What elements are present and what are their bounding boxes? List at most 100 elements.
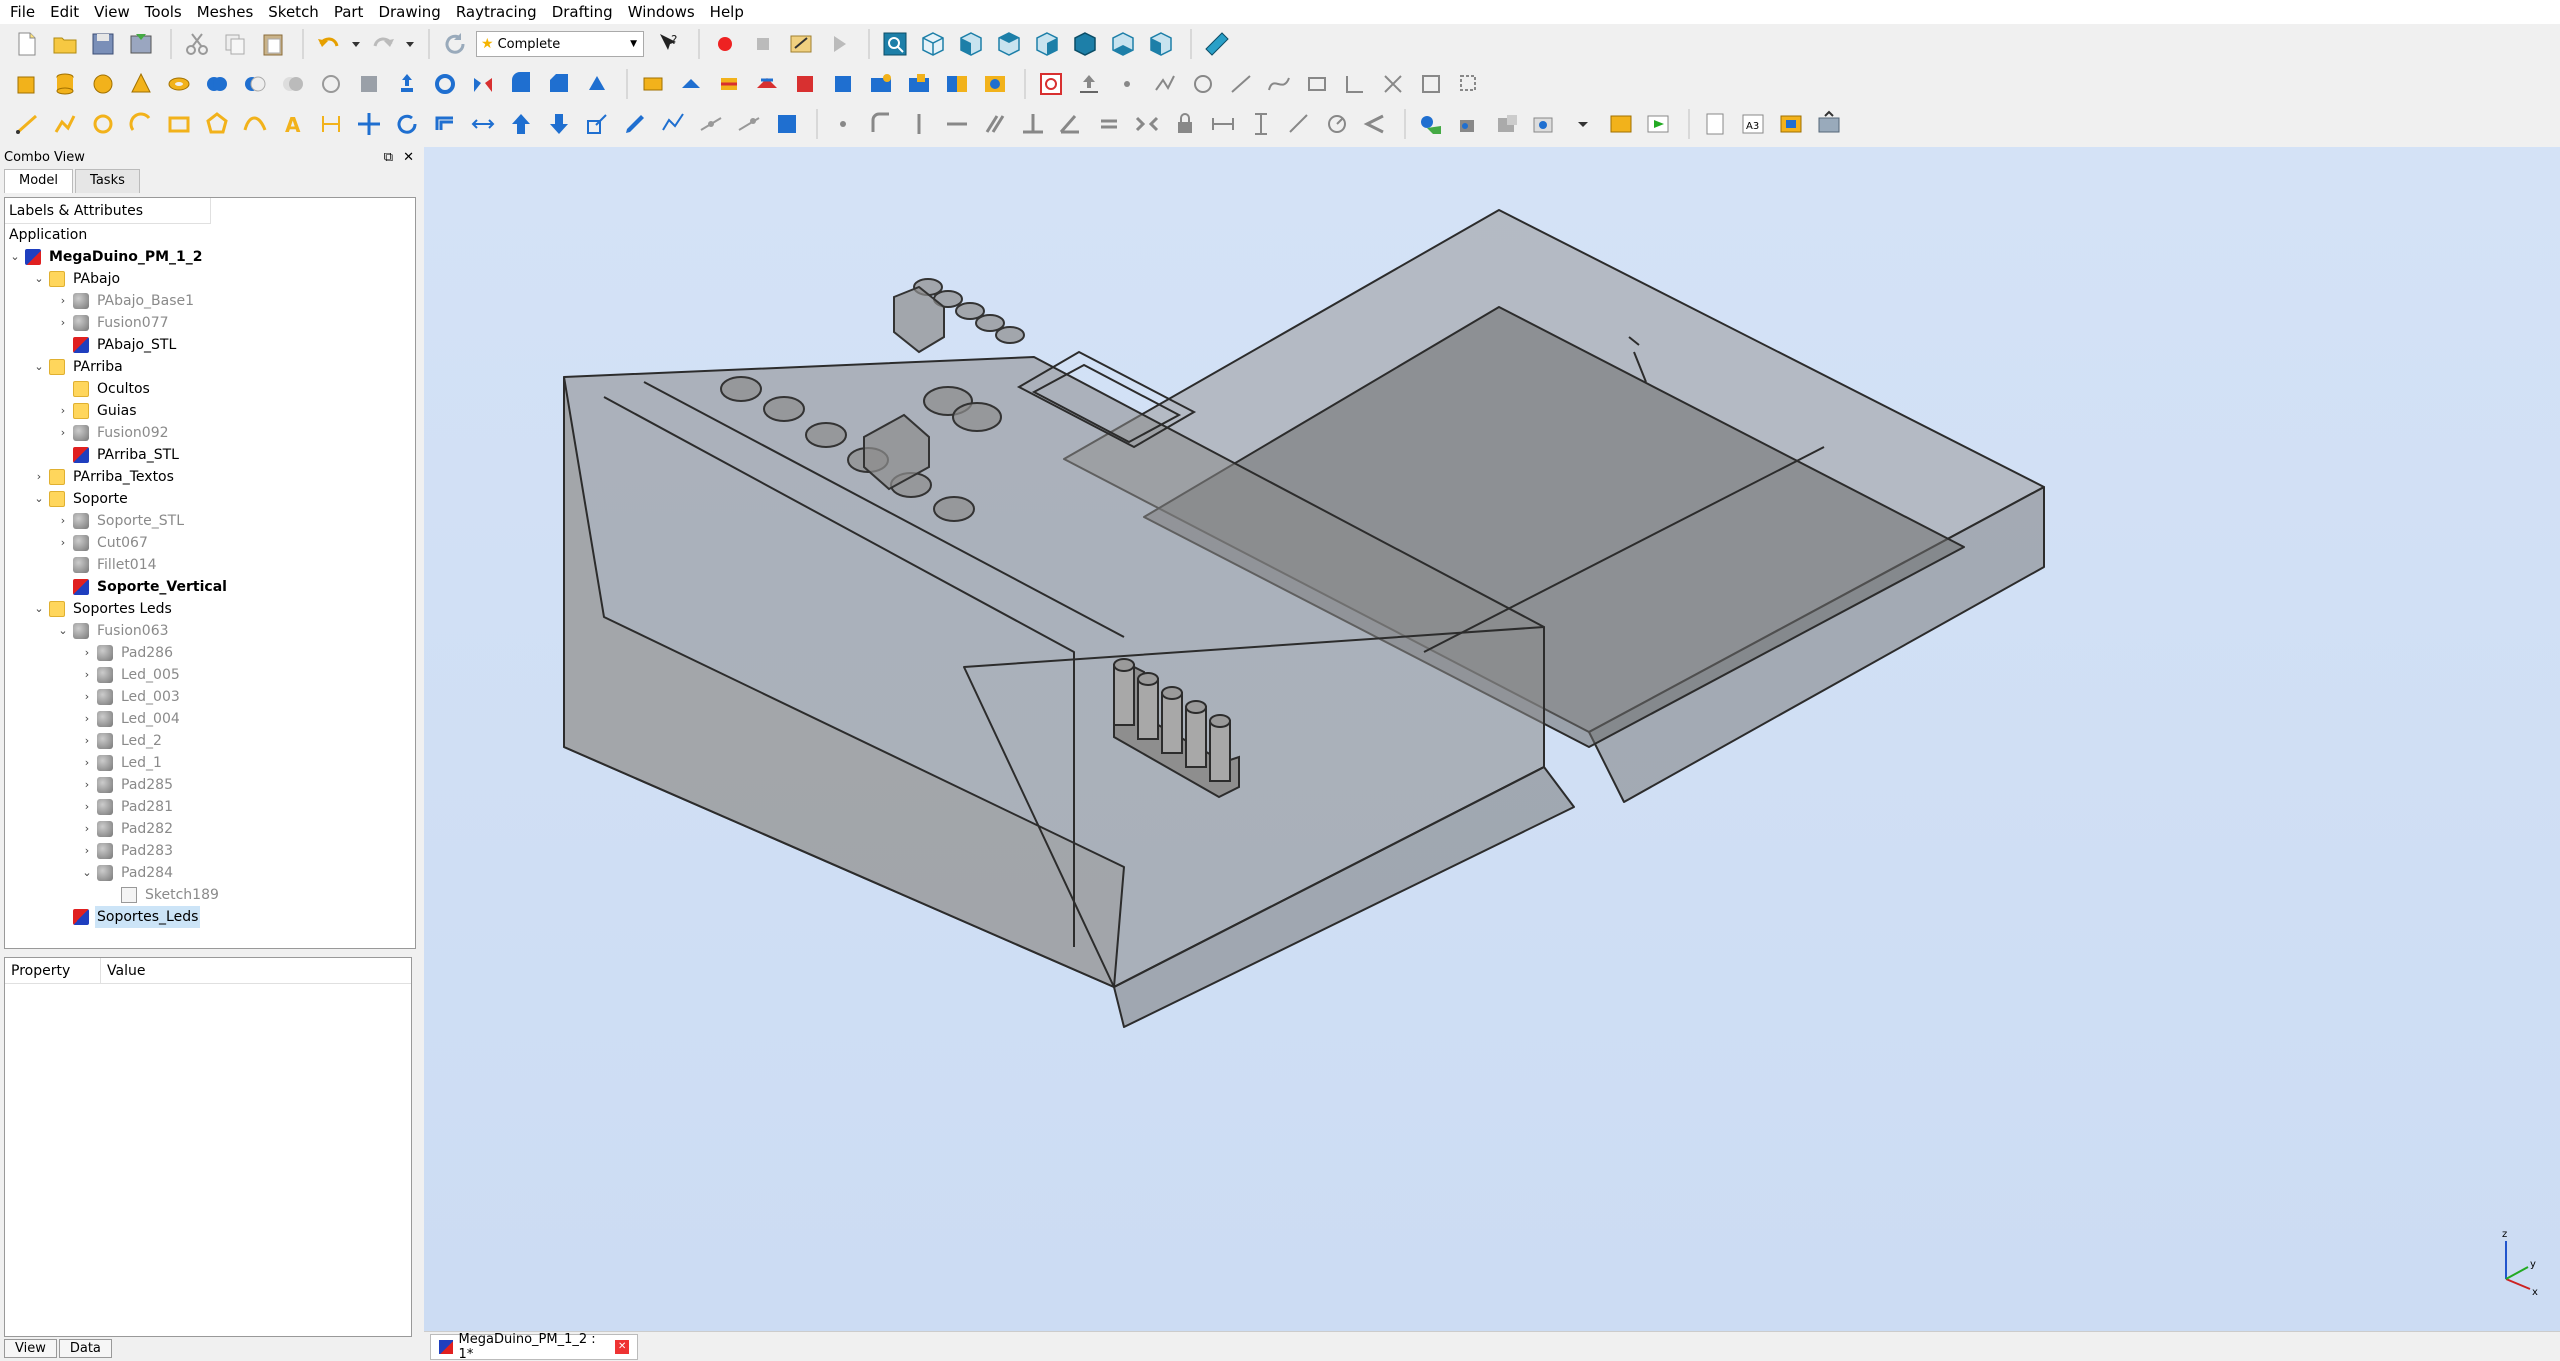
tab-tasks[interactable]: Tasks (75, 169, 140, 193)
measure-icon[interactable] (1200, 27, 1234, 61)
save-as-button[interactable] (124, 27, 158, 61)
view-left-icon[interactable] (1144, 27, 1178, 61)
tree-item[interactable]: ⌄ PAbajo (5, 268, 415, 290)
raytracing-write-file-icon[interactable] (1604, 107, 1638, 141)
chevron-right-icon[interactable]: › (79, 840, 95, 862)
draft-downgrade-icon[interactable] (542, 107, 576, 141)
chevron-right-icon[interactable]: › (79, 796, 95, 818)
constraint-perpendicular-icon[interactable] (1016, 107, 1050, 141)
tree-item[interactable]: ⌄ Soporte (5, 488, 415, 510)
constraint-vertical-distance-icon[interactable] (1244, 107, 1278, 141)
constraint-distance-icon[interactable] (1282, 107, 1316, 141)
part-cylinder-icon[interactable] (48, 67, 82, 101)
sketch-point-icon[interactable] (1110, 67, 1144, 101)
sketch-cross-icon[interactable] (1376, 67, 1410, 101)
mesh-import-icon[interactable] (636, 67, 670, 101)
tree-item[interactable]: › Guias (5, 400, 415, 422)
sketch-bspline-icon[interactable] (1262, 67, 1296, 101)
raytracing-export-part-icon[interactable] (1490, 107, 1524, 141)
constraint-coincident-icon[interactable] (826, 107, 860, 141)
part-mirror-icon[interactable] (466, 67, 500, 101)
macro-play-icon[interactable] (822, 27, 856, 61)
draft-circle-icon[interactable] (86, 107, 120, 141)
tree-item[interactable]: › Led_1 (5, 752, 415, 774)
tree-item[interactable]: › Led_004 (5, 708, 415, 730)
tree-item[interactable]: › PArriba_Textos (5, 466, 415, 488)
sketch-leave-icon[interactable] (1072, 67, 1106, 101)
part-shape-icon[interactable] (352, 67, 386, 101)
draft-offset-icon[interactable] (428, 107, 462, 141)
part-extrude-icon[interactable] (390, 67, 424, 101)
mesh-flip-icon[interactable] (826, 67, 860, 101)
menu-windows[interactable]: Windows (622, 0, 704, 24)
part-loft-icon[interactable] (580, 67, 614, 101)
menu-part[interactable]: Part (328, 0, 373, 24)
part-chamfer-icon[interactable] (542, 67, 576, 101)
mesh-merge-icon[interactable] (940, 67, 974, 101)
chevron-right-icon[interactable]: › (79, 752, 95, 774)
menu-edit[interactable]: Edit (44, 0, 88, 24)
tree-item[interactable]: Soportes_Leds (5, 906, 415, 928)
part-revolve-icon[interactable] (428, 67, 462, 101)
save-button[interactable] (86, 27, 120, 61)
menu-sketch[interactable]: Sketch (262, 0, 328, 24)
sketch-trim-icon[interactable] (1338, 67, 1372, 101)
draft-wire-icon[interactable] (48, 107, 82, 141)
tree-item[interactable]: › Led_003 (5, 686, 415, 708)
draft-scale-icon[interactable] (580, 107, 614, 141)
sketch-rectangle-icon[interactable] (1300, 67, 1334, 101)
part-fillet-icon[interactable] (504, 67, 538, 101)
tree-item[interactable]: › Pad285 (5, 774, 415, 796)
draft-edit-icon[interactable] (618, 107, 652, 141)
tree-item[interactable]: PAbajo_STL (5, 334, 415, 356)
close-icon[interactable]: ✕ (615, 1340, 629, 1354)
tree-item[interactable]: › Fusion092 (5, 422, 415, 444)
chevron-right-icon[interactable]: › (79, 642, 95, 664)
draft-bspline-icon[interactable] (238, 107, 272, 141)
draft-add-point-icon[interactable] (694, 107, 728, 141)
view-top-icon[interactable] (992, 27, 1026, 61)
sketch-line-icon[interactable] (1224, 67, 1258, 101)
menu-drafting[interactable]: Drafting (546, 0, 622, 24)
cut-icon[interactable] (180, 27, 214, 61)
draft-del-point-icon[interactable] (732, 107, 766, 141)
constraint-horizontal-icon[interactable] (940, 107, 974, 141)
draft-shape2dview-icon[interactable] (770, 107, 804, 141)
sketch-external-icon[interactable] (1414, 67, 1448, 101)
draft-dimension-icon[interactable] (314, 107, 348, 141)
chevron-right-icon[interactable]: › (55, 422, 71, 444)
draft-rectangle-icon[interactable] (162, 107, 196, 141)
part-cone-icon[interactable] (124, 67, 158, 101)
view-rear-icon[interactable] (1068, 27, 1102, 61)
chevron-right-icon[interactable]: › (79, 686, 95, 708)
tree-item[interactable]: › PAbajo_Base1 (5, 290, 415, 312)
sketch-carbon-copy-icon[interactable] (1452, 67, 1486, 101)
raytracing-new-project-icon[interactable] (1414, 107, 1448, 141)
chevron-down-icon[interactable]: ⌄ (31, 356, 47, 378)
chevron-down-icon[interactable]: ⌄ (31, 488, 47, 510)
macro-edit-icon[interactable] (784, 27, 818, 61)
part-section-icon[interactable] (314, 67, 348, 101)
tree-item[interactable]: › Cut067 (5, 532, 415, 554)
draft-trimex-icon[interactable] (466, 107, 500, 141)
menu-meshes[interactable]: Meshes (191, 0, 263, 24)
draft-move-icon[interactable] (352, 107, 386, 141)
sketch-new-icon[interactable] (1034, 67, 1068, 101)
tree-item[interactable]: ⌄ MegaDuino_PM_1_2 (5, 246, 415, 268)
tree-item[interactable]: › Pad283 (5, 840, 415, 862)
tree-item[interactable]: ⌄ Soportes Leds (5, 598, 415, 620)
menu-file[interactable]: File (4, 0, 44, 24)
tree-item[interactable]: › Pad286 (5, 642, 415, 664)
tree-item[interactable]: PArriba_STL (5, 444, 415, 466)
chevron-down-icon[interactable]: ⌄ (7, 246, 23, 268)
draft-upgrade-icon[interactable] (504, 107, 538, 141)
open-button[interactable] (48, 27, 82, 61)
draft-wire-to-bspline-icon[interactable] (656, 107, 690, 141)
chevron-right-icon[interactable]: › (55, 510, 71, 532)
constraint-equal-icon[interactable] (1092, 107, 1126, 141)
part-cut-icon[interactable] (238, 67, 272, 101)
tree-item[interactable]: › Soporte_STL (5, 510, 415, 532)
draft-text-icon[interactable]: A (276, 107, 310, 141)
tree-item[interactable]: Ocultos (5, 378, 415, 400)
mesh-boolean-icon[interactable] (978, 67, 1012, 101)
